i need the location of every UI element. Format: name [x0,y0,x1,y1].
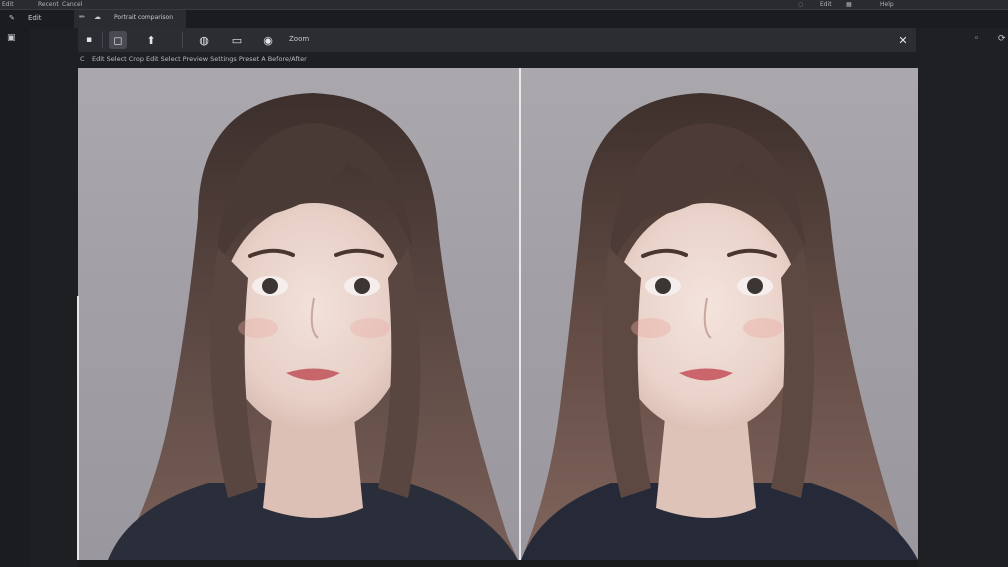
arrow-up-icon: ⬆ [146,33,156,47]
arrow-tool-button[interactable]: ⬆ [142,31,160,49]
frame-tool-button[interactable]: ▭ [228,31,246,49]
circle-tool-button[interactable]: ◍ [195,31,213,49]
menu-item-cancel[interactable]: Cancel [62,0,82,9]
close-button[interactable]: ✕ [894,31,912,49]
circle-icon: ◍ [199,33,209,47]
left-tool-rail: ▣ [0,28,30,567]
brush-icon[interactable]: ✎ [9,14,15,22]
calendar-icon[interactable]: ▣ [7,33,16,43]
menu-button[interactable]: ▪ [80,31,98,49]
after-portrait-image [521,93,918,560]
square-tool-button[interactable]: ◻ [109,31,127,49]
info-text: Edit Select Crop Edit Select Preview Set… [92,55,307,63]
image-toolbar: ▪ ◻ ⬆ ◍ ▭ ◉ Zoom ✕ [78,28,916,52]
grid-icon[interactable]: ▦ [846,0,852,9]
bottom-status-strip [78,560,918,567]
before-image-panel[interactable] [78,68,519,560]
pencil-icon[interactable]: ✏ [79,13,85,21]
color-tool-button[interactable]: ◉ [259,31,277,49]
after-image-panel[interactable] [521,68,918,560]
edit-label[interactable]: Edit [28,14,42,22]
top-menu-bar: Edit Recent Cancel ◌ Edit ▦ Help [0,0,1008,10]
info-prefix: C [80,55,85,63]
left-edge-guide-line [77,296,79,560]
right-panel-rail: ◦ ⟳ [920,28,1008,567]
circle-status-icon[interactable]: ◌ [798,0,803,9]
zoom-label[interactable]: Zoom [289,35,309,43]
menu-icon: ▪ [85,35,93,45]
square-icon: ◻ [113,33,123,47]
menu-item-help[interactable]: Help [880,0,894,9]
tab-row: ✎ Edit ✏ ☁ Portrait comparison [0,10,1008,28]
before-portrait-image [108,93,518,560]
tab-cloud-icon: ☁ [94,13,101,21]
toolbar-separator [182,32,183,48]
toolbar-separator [102,32,103,48]
menu-item-edit-right[interactable]: Edit [820,0,832,9]
refresh-icon[interactable]: ⟳ [998,34,1006,44]
menu-item-recent[interactable]: Recent [38,0,59,9]
tab-file[interactable]: ✏ ☁ Portrait comparison [74,10,186,28]
comparison-canvas[interactable] [78,68,918,560]
menu-item-edit[interactable]: Edit [2,0,14,9]
tab-file-label: Portrait comparison [114,14,173,21]
close-icon: ✕ [898,33,908,47]
frame-icon: ▭ [231,33,243,47]
color-icon: ◉ [263,33,273,47]
search-icon[interactable]: ◦ [974,34,979,44]
info-bar: C Edit Select Crop Edit Select Preview S… [78,53,916,66]
